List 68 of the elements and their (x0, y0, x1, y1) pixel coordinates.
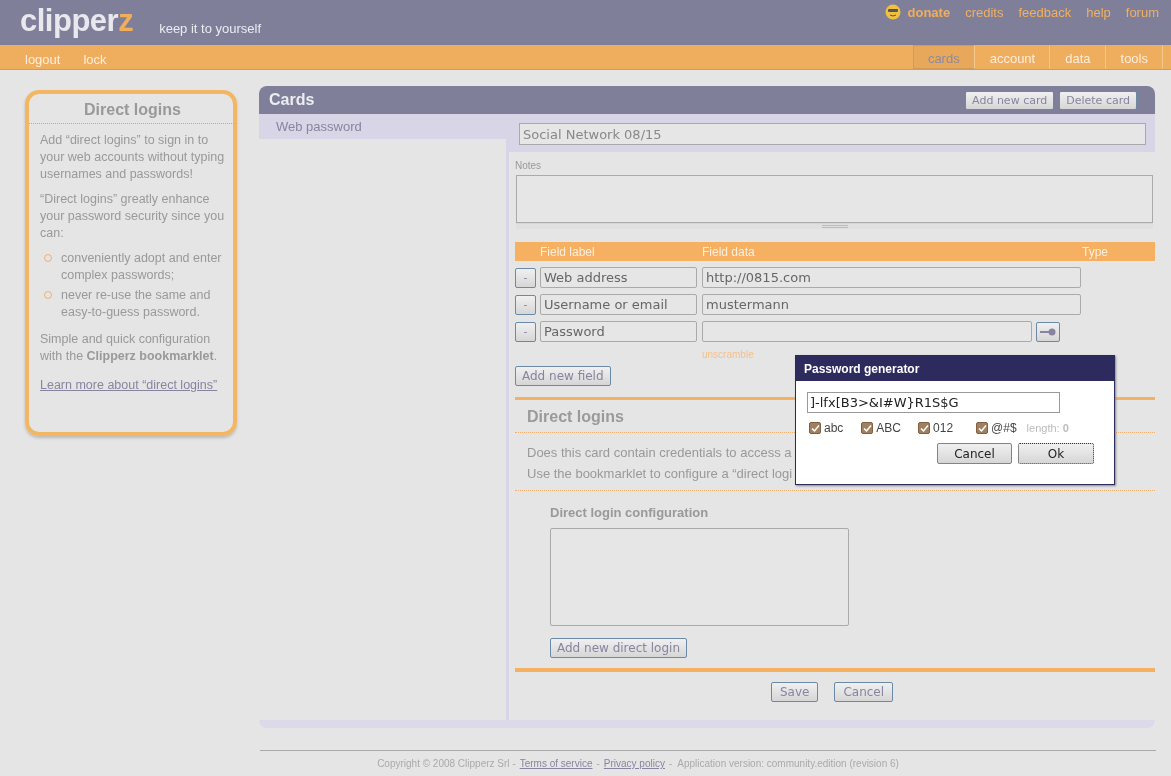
dialog-button[interactable]: Cancel (937, 443, 1012, 464)
key-button[interactable] (1036, 321, 1060, 342)
help-bullet: never re-use the same and easy-to-guess password. (61, 287, 212, 322)
header-link[interactable]: feedback (1018, 4, 1072, 20)
password-field[interactable]: ]-lfx[B3>&I#W}R1S$G (807, 392, 1060, 413)
remove-button[interactable]: - (515, 294, 536, 315)
nav-link[interactable]: lock (83, 44, 107, 70)
panel-title: Cards (269, 91, 315, 110)
donate-link[interactable]: donate (884, 4, 951, 20)
notes-field[interactable] (516, 175, 1153, 224)
field-label-input[interactable]: Password (540, 321, 697, 343)
field-data-input[interactable]: mustermann (702, 294, 1081, 316)
column-header: Field label (539, 244, 596, 259)
card-button[interactable]: Add new card (965, 90, 1055, 110)
header-link[interactable]: help (1086, 4, 1111, 20)
checkbox-label: 012 (933, 421, 954, 435)
dialog-title: Password generator (796, 356, 1114, 381)
header-link[interactable]: credits (965, 4, 1004, 20)
card-button[interactable]: Delete card (1059, 90, 1137, 110)
section-text: Does this card contain credentials to access a (526, 445, 792, 461)
tagline: keep it to yourself (159, 21, 262, 36)
nav-tab[interactable]: data (1050, 44, 1106, 70)
learn-more-link[interactable]: Learn more about “direct logins” (40, 378, 218, 393)
help-paragraph: Add “direct logins” to sign in to your web accounts without typing usernames and passwords! (40, 132, 226, 184)
checkbox-label: ABC (876, 421, 902, 435)
notes-label: Notes (515, 160, 542, 172)
checkbox[interactable] (976, 422, 989, 434)
dialog-button[interactable]: Ok (1018, 443, 1094, 464)
add-direct-login-button[interactable]: Add new direct login (550, 638, 688, 659)
action-button[interactable]: Cancel (834, 682, 894, 703)
key-icon (1040, 327, 1056, 336)
field-label-input[interactable]: Web address (540, 267, 697, 289)
checkbox-label: @#$ (991, 421, 1017, 435)
nav-tab[interactable]: tools (1105, 44, 1163, 70)
footer-link[interactable]: Terms of service (519, 758, 593, 770)
column-header: Field data (702, 244, 756, 259)
add-field-button[interactable]: Add new field (515, 366, 611, 387)
help-paragraph: “Direct logins” greatly enhance your password security since you can: (40, 191, 226, 243)
help-paragraph: Simple and quick configuration with the Clipperz bookmarklet. (40, 331, 219, 366)
action-button[interactable]: Save (770, 682, 819, 703)
footer-text: - (596, 758, 600, 770)
footer-link[interactable]: Privacy policy (603, 758, 665, 770)
nav-tab[interactable]: cards (912, 44, 975, 70)
card-list-item[interactable]: Web password (259, 114, 506, 140)
checkbox[interactable] (918, 422, 931, 434)
column-header: Type (1082, 244, 1109, 259)
checkbox[interactable] (861, 422, 874, 434)
field-label-input[interactable]: Username or email (540, 294, 697, 316)
footer-text: Copyright © 2008 Clipperz Srl - (377, 758, 516, 770)
checkbox-label: abc (824, 421, 844, 435)
help-title: Direct logins (29, 94, 236, 125)
field-data-input[interactable]: http://0815.com (702, 267, 1081, 289)
resize-handle[interactable] (516, 223, 1153, 230)
card-title-field[interactable]: Social Network 08/15 (519, 123, 1146, 146)
section-text: Use the bookmarklet to configure a “direct logi (526, 466, 793, 482)
logo: clipperz (20, 3, 134, 39)
nav-link[interactable]: logout (25, 44, 61, 70)
length-label: length: (1026, 422, 1060, 434)
field-data-input[interactable] (702, 321, 1032, 343)
length-value: 0 (1062, 422, 1069, 434)
remove-button[interactable]: - (515, 321, 536, 342)
help-bullet: conveniently adopt and enter complex passwords; (61, 250, 223, 285)
config-title: Direct login configuration (550, 505, 709, 521)
header-link[interactable]: forum (1125, 4, 1159, 20)
smiley-icon (884, 4, 901, 20)
remove-button[interactable]: - (515, 267, 536, 288)
checkbox[interactable] (809, 422, 821, 434)
nav-tab[interactable]: account (974, 44, 1051, 70)
